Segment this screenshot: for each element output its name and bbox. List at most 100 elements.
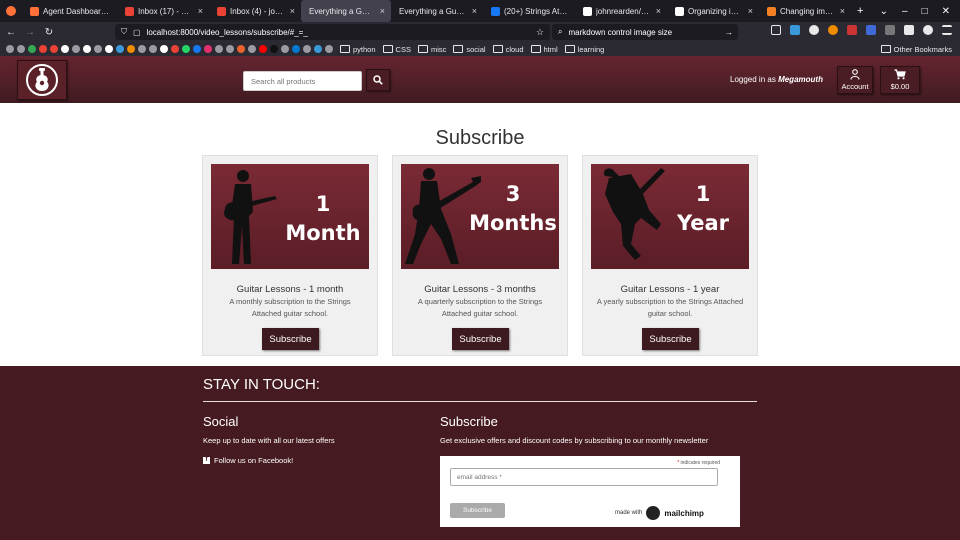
bookmark-star-icon[interactable]: ☆ xyxy=(536,27,544,38)
menu-icon[interactable] xyxy=(942,25,952,35)
bookmark-icon[interactable] xyxy=(105,45,113,53)
extension-icon[interactable] xyxy=(847,25,857,35)
bookmark-icon[interactable] xyxy=(292,45,300,53)
bookmark-icon[interactable] xyxy=(215,45,223,53)
close-tab-icon[interactable]: × xyxy=(290,6,295,16)
bookmark-icon[interactable] xyxy=(281,45,289,53)
maximize-icon[interactable]: □ xyxy=(922,6,928,17)
subscribe-button[interactable]: Subscribe xyxy=(642,328,699,350)
bookmark-icon[interactable] xyxy=(270,45,278,53)
cart-button[interactable]: $0.00 xyxy=(880,66,920,94)
pocket-icon[interactable] xyxy=(771,25,781,35)
bookmark-icon[interactable] xyxy=(149,45,157,53)
bookmark-folder-css[interactable]: CSS xyxy=(383,45,411,54)
browser-tab[interactable]: (20+) Strings Attac xyxy=(483,0,575,22)
bookmark-icon[interactable] xyxy=(94,45,102,53)
product-search-input[interactable] xyxy=(243,71,362,91)
firefox-icon[interactable] xyxy=(6,6,16,16)
url-text[interactable]: localhost:8000/video_lessons/subscribe/#… xyxy=(147,28,308,37)
browser-tab[interactable]: Inbox (17) - reardo × xyxy=(117,0,209,22)
browser-search-box[interactable]: ⌕ markdown control image size → xyxy=(552,24,738,40)
bookmark-icon[interactable] xyxy=(83,45,91,53)
subscribe-button[interactable]: Subscribe xyxy=(452,328,509,350)
page-info-icon[interactable]: ▢ xyxy=(133,28,141,37)
browser-tab[interactable]: Everything a Guitarist × xyxy=(391,0,483,22)
close-window-icon[interactable]: ✕ xyxy=(942,6,950,17)
extension-icon[interactable] xyxy=(828,25,838,35)
close-tab-icon[interactable]: × xyxy=(472,6,477,16)
product-search-button[interactable] xyxy=(366,69,390,91)
browser-tab-active[interactable]: Everything a Guitarist × xyxy=(301,0,391,22)
bookmark-icon[interactable] xyxy=(72,45,80,53)
tab-list-icon[interactable]: ⌄ xyxy=(880,6,888,17)
subscribe-button[interactable]: Subscribe xyxy=(262,328,319,350)
bookmark-icon[interactable] xyxy=(204,45,212,53)
bookmark-icon[interactable] xyxy=(303,45,311,53)
bookmark-icon[interactable] xyxy=(259,45,267,53)
apps-grid-icon[interactable] xyxy=(904,25,914,35)
shield-icon[interactable]: ⛉ xyxy=(121,27,127,37)
close-tab-icon[interactable]: × xyxy=(748,6,753,16)
extension-icon[interactable] xyxy=(809,25,819,35)
close-tab-icon[interactable]: × xyxy=(840,6,845,16)
email-input[interactable] xyxy=(450,468,718,486)
footer-divider xyxy=(203,401,757,402)
url-bar[interactable]: ⛉ ▢ localhost:8000/video_lessons/subscri… xyxy=(115,24,550,40)
new-tab-button[interactable]: + xyxy=(857,5,863,17)
browser-tab-bar: Agent Dashboard - My Inbox (17) - reardo… xyxy=(0,0,960,22)
bookmark-icon[interactable] xyxy=(50,45,58,53)
bookmark-icon[interactable] xyxy=(182,45,190,53)
bookmark-icon[interactable] xyxy=(28,45,36,53)
bookmark-icon[interactable] xyxy=(248,45,256,53)
bookmark-icon[interactable] xyxy=(226,45,234,53)
browser-tab[interactable]: Organizing informa × xyxy=(667,0,759,22)
browser-tab[interactable]: Changing image si × xyxy=(759,0,851,22)
bookmark-icon[interactable] xyxy=(138,45,146,53)
bookmark-icon[interactable] xyxy=(325,45,333,53)
bookmark-icon[interactable] xyxy=(160,45,168,53)
bookmark-folder-cloud[interactable]: cloud xyxy=(493,45,524,54)
bookmark-icon[interactable] xyxy=(237,45,245,53)
bookmark-icon[interactable] xyxy=(171,45,179,53)
bookmark-icon[interactable] xyxy=(61,45,69,53)
cart-icon xyxy=(894,69,906,80)
bookmark-folder-learning[interactable]: learning xyxy=(565,45,605,54)
search-text[interactable]: markdown control image size xyxy=(568,28,672,37)
bookmark-folder-social[interactable]: social xyxy=(453,45,485,54)
newsletter-subscribe-button[interactable]: Subscribe xyxy=(450,503,505,518)
made-with-mailchimp[interactable]: made with mailchimp xyxy=(615,506,704,520)
bookmark-icon[interactable] xyxy=(116,45,124,53)
close-tab-icon[interactable]: × xyxy=(656,6,661,16)
bookmark-icon[interactable] xyxy=(17,45,25,53)
close-tab-icon[interactable]: × xyxy=(380,6,385,16)
tab-title: Agent Dashboard - My xyxy=(43,6,111,16)
bookmark-icon[interactable] xyxy=(39,45,47,53)
bookmark-folder-html[interactable]: html xyxy=(531,45,558,54)
bookmark-icon[interactable] xyxy=(127,45,135,53)
page-title: Subscribe xyxy=(435,127,525,149)
browser-tab[interactable]: Agent Dashboard - My xyxy=(22,0,117,22)
bookmark-icon[interactable] xyxy=(314,45,322,53)
extension-icon[interactable] xyxy=(885,25,895,35)
downloads-icon[interactable] xyxy=(790,25,800,35)
site-logo[interactable] xyxy=(17,60,67,100)
bookmark-folder-misc[interactable]: misc xyxy=(418,45,446,54)
extension-icon[interactable] xyxy=(866,25,876,35)
browser-tab[interactable]: johnrearden/string × xyxy=(575,0,667,22)
facebook-link[interactable]: f Follow us on Facebook! xyxy=(203,456,293,465)
bookmark-folder-python[interactable]: python xyxy=(340,45,376,54)
site-footer: STAY IN TOUCH: Social Keep up to date wi… xyxy=(0,366,960,540)
reload-icon[interactable]: ↻ xyxy=(41,27,57,38)
forward-icon[interactable]: → xyxy=(22,27,38,38)
minimize-icon[interactable]: – xyxy=(902,6,908,17)
github-icon xyxy=(583,6,592,16)
browser-tab[interactable]: Inbox (4) - john.re × xyxy=(209,0,301,22)
close-tab-icon[interactable]: × xyxy=(198,6,203,16)
profile-icon[interactable] xyxy=(923,25,933,35)
bookmark-icon[interactable] xyxy=(6,45,14,53)
account-button[interactable]: Account xyxy=(837,66,873,94)
bookmark-icon[interactable] xyxy=(193,45,201,53)
back-icon[interactable]: ← xyxy=(3,27,19,38)
other-bookmarks[interactable]: Other Bookmarks xyxy=(881,45,952,54)
search-go-icon[interactable]: → xyxy=(725,28,733,37)
